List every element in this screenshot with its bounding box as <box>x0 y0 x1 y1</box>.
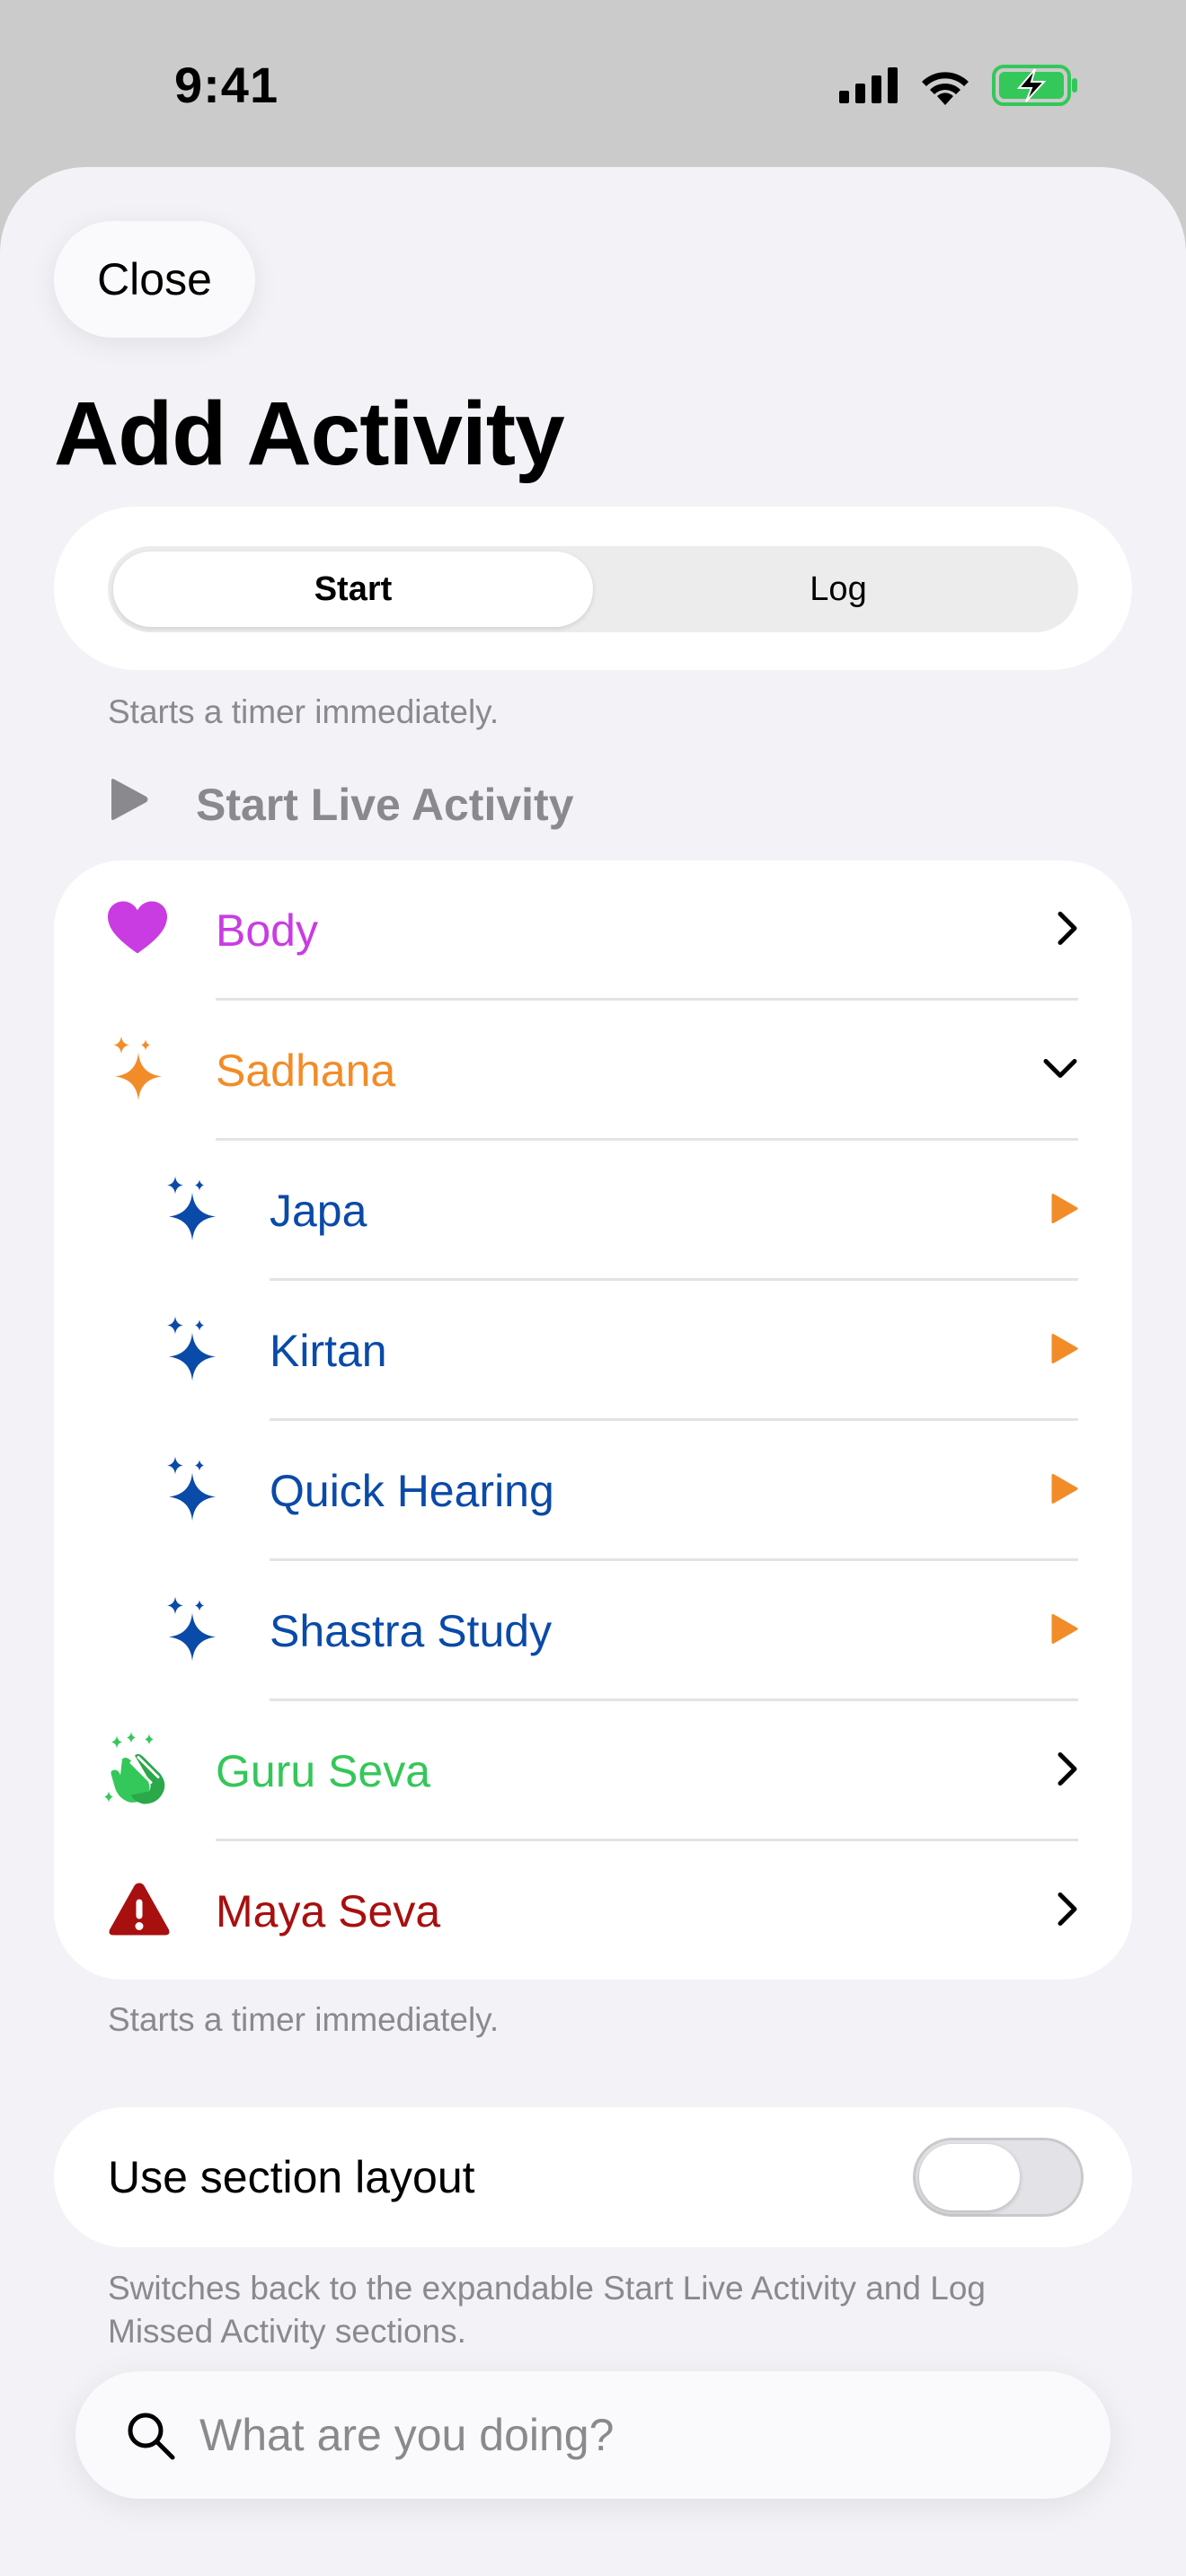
activity-label: Japa <box>270 1186 367 1236</box>
segment-log[interactable]: Log <box>598 546 1078 632</box>
activity-label: Quick Hearing <box>270 1466 554 1516</box>
chevron-right-icon <box>1057 1892 1078 1932</box>
category-row-guru-seva[interactable]: Guru Seva <box>54 1701 1132 1841</box>
page-title: Add Activity <box>54 384 565 484</box>
status-time: 9:41 <box>174 57 279 113</box>
status-icons <box>839 65 1078 110</box>
category-label: Maya Seva <box>216 1886 441 1936</box>
activity-label: Kirtan <box>270 1326 387 1376</box>
cellular-signal-icon <box>839 67 898 108</box>
warning-icon <box>108 1882 171 1942</box>
search-input[interactable] <box>199 2371 1062 2499</box>
sparkles-icon <box>164 1455 221 1528</box>
activity-row-kirtan[interactable]: Kirtan <box>54 1281 1132 1421</box>
sparkles-icon <box>164 1175 221 1248</box>
battery-charging-icon <box>992 65 1078 110</box>
close-button[interactable]: Close <box>54 221 255 338</box>
mode-segment-card: Start Log <box>54 507 1132 670</box>
section-header[interactable]: Start Live Activity <box>108 778 574 832</box>
play-icon <box>108 778 149 832</box>
segment-start[interactable]: Start <box>113 551 593 627</box>
chevron-right-icon <box>1057 911 1078 951</box>
segment-footnote: Starts a timer immediately. <box>108 693 500 730</box>
clapping-hands-icon <box>104 1732 173 1811</box>
toggle-label: Use section layout <box>108 2152 475 2202</box>
activity-row-shastra-study[interactable]: Shastra Study <box>54 1561 1132 1701</box>
add-activity-sheet: Close Add Activity Start Log Starts a ti… <box>0 167 1186 2576</box>
play-icon[interactable] <box>1051 1194 1078 1229</box>
play-icon[interactable] <box>1051 1334 1078 1369</box>
play-icon[interactable] <box>1051 1614 1078 1649</box>
mode-segmented-control: Start Log <box>108 546 1078 632</box>
toggle-footnote: Switches back to the expandable Start Li… <box>108 2270 986 2350</box>
activity-row-quick-hearing[interactable]: Quick Hearing <box>54 1421 1132 1561</box>
wifi-icon <box>918 66 972 110</box>
category-label: Body <box>216 905 318 956</box>
toggle-knob <box>919 2144 1020 2210</box>
activity-row-japa[interactable]: Japa <box>54 1141 1132 1281</box>
sparkles-icon <box>164 1595 221 1668</box>
heart-icon <box>108 901 167 960</box>
category-list: Body Sadhana Japa Kirtan Quick Hearing S… <box>54 860 1132 1980</box>
status-bar: 9:41 <box>0 0 1186 171</box>
search-icon <box>126 2411 176 2466</box>
category-label: Guru Seva <box>216 1746 431 1796</box>
sparkles-icon <box>110 1035 167 1107</box>
chevron-right-icon <box>1057 1751 1078 1792</box>
section-layout-toggle[interactable] <box>913 2138 1084 2217</box>
category-label: Sadhana <box>216 1045 396 1096</box>
category-row-body[interactable]: Body <box>54 860 1132 1001</box>
list-footnote: Starts a timer immediately. <box>108 2001 500 2038</box>
category-row-maya-seva[interactable]: Maya Seva <box>54 1841 1132 1980</box>
section-header-label: Start Live Activity <box>196 780 574 830</box>
activity-label: Shastra Study <box>270 1606 553 1656</box>
section-layout-toggle-row: Use section layout <box>54 2107 1132 2247</box>
chevron-down-icon <box>1042 1058 1078 1084</box>
search-bar <box>75 2371 1111 2499</box>
play-icon[interactable] <box>1051 1474 1078 1509</box>
category-row-sadhana[interactable]: Sadhana <box>54 1001 1132 1141</box>
sparkles-icon <box>164 1315 221 1388</box>
